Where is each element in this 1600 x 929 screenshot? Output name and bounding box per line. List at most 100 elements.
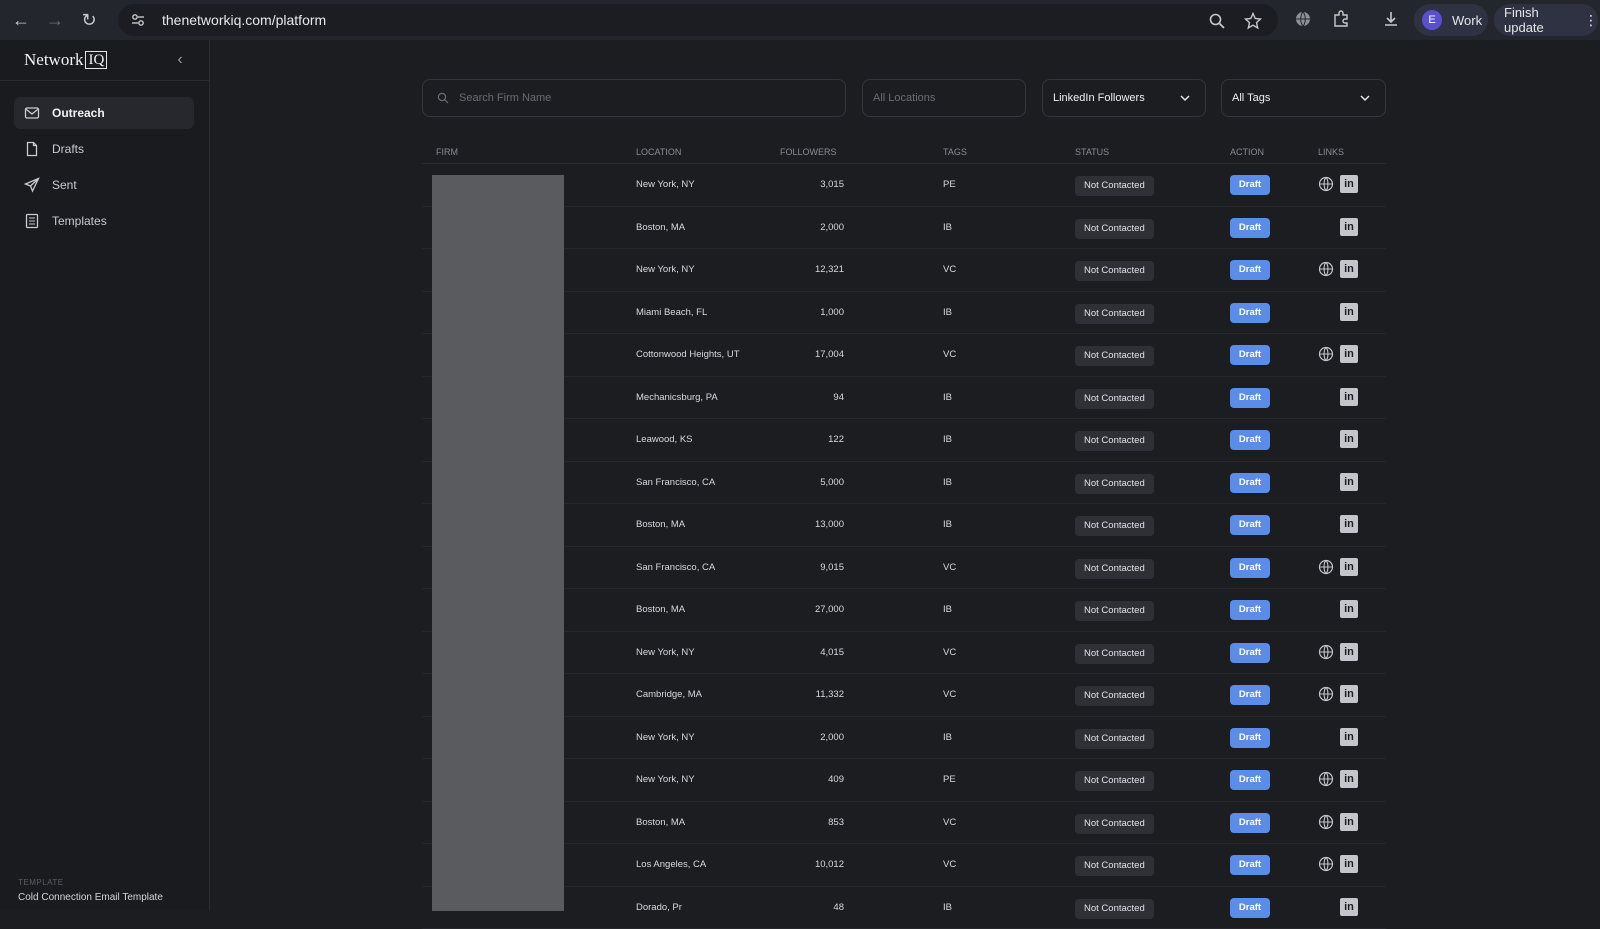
- draft-button[interactable]: Draft: [1230, 473, 1270, 493]
- table-row[interactable]: Cambridge, MA11,332VCNot ContactedDrafti…: [422, 674, 1386, 717]
- column-header-firm[interactable]: FIRM: [436, 147, 458, 157]
- back-arrow-icon[interactable]: ←: [8, 7, 34, 33]
- draft-button[interactable]: Draft: [1230, 218, 1270, 238]
- forward-arrow-icon[interactable]: →: [42, 7, 68, 33]
- status-badge[interactable]: Not Contacted: [1075, 346, 1154, 366]
- sort-select[interactable]: LinkedIn Followers: [1042, 79, 1206, 117]
- website-globe-icon[interactable]: [1318, 176, 1334, 195]
- table-row[interactable]: New York, NY3,015PENot ContactedDraftin: [422, 164, 1386, 207]
- draft-button[interactable]: Draft: [1230, 898, 1270, 918]
- location-filter[interactable]: [862, 79, 1026, 117]
- website-globe-icon[interactable]: [1318, 771, 1334, 790]
- draft-button[interactable]: Draft: [1230, 600, 1270, 620]
- linkedin-icon[interactable]: in: [1340, 855, 1358, 873]
- search-input[interactable]: [459, 92, 819, 104]
- table-row[interactable]: Mechanicsburg, PA94IBNot ContactedDrafti…: [422, 377, 1386, 420]
- table-row[interactable]: Leawood, KS122IBNot ContactedDraftin: [422, 419, 1386, 462]
- status-badge[interactable]: Not Contacted: [1075, 856, 1154, 876]
- draft-button[interactable]: Draft: [1230, 260, 1270, 280]
- location-input[interactable]: [873, 92, 1013, 104]
- status-badge[interactable]: Not Contacted: [1075, 686, 1154, 706]
- current-template-name[interactable]: Cold Connection Email Template: [18, 892, 163, 903]
- linkedin-icon[interactable]: in: [1340, 558, 1358, 576]
- draft-button[interactable]: Draft: [1230, 855, 1270, 875]
- linkedin-icon[interactable]: in: [1340, 685, 1358, 703]
- draft-button[interactable]: Draft: [1230, 345, 1270, 365]
- sidebar-item-sent[interactable]: Sent: [14, 169, 194, 201]
- draft-button[interactable]: Draft: [1230, 643, 1270, 663]
- draft-button[interactable]: Draft: [1230, 515, 1270, 535]
- table-row[interactable]: Boston, MA853VCNot ContactedDraftin: [422, 802, 1386, 845]
- website-globe-icon[interactable]: [1318, 559, 1334, 578]
- draft-button[interactable]: Draft: [1230, 430, 1270, 450]
- linkedin-icon[interactable]: in: [1340, 728, 1358, 746]
- finish-update-button[interactable]: Finish update ⋮: [1494, 4, 1598, 36]
- collapse-sidebar-chevron-icon[interactable]: ‹: [170, 50, 190, 70]
- sidebar-item-drafts[interactable]: Drafts: [14, 133, 194, 165]
- table-row[interactable]: San Francisco, CA9,015VCNot ContactedDra…: [422, 547, 1386, 590]
- table-row[interactable]: New York, NY12,321VCNot ContactedDraftin: [422, 249, 1386, 292]
- status-badge[interactable]: Not Contacted: [1075, 814, 1154, 834]
- url-text[interactable]: thenetworkiq.com/platform: [162, 12, 326, 28]
- status-badge[interactable]: Not Contacted: [1075, 389, 1154, 409]
- search-firm-field[interactable]: [422, 79, 846, 117]
- table-row[interactable]: New York, NY4,015VCNot ContactedDraftin: [422, 632, 1386, 675]
- website-globe-icon[interactable]: [1318, 261, 1334, 280]
- column-header-location[interactable]: LOCATION: [636, 147, 681, 157]
- linkedin-icon[interactable]: in: [1340, 473, 1358, 491]
- linkedin-icon[interactable]: in: [1340, 260, 1358, 278]
- table-row[interactable]: Los Angeles, CA10,012VCNot ContactedDraf…: [422, 844, 1386, 887]
- profile-button[interactable]: E Work: [1414, 4, 1488, 36]
- column-header-tags[interactable]: TAGS: [943, 147, 967, 157]
- website-globe-icon[interactable]: [1318, 346, 1334, 365]
- column-header-followers[interactable]: FOLLOWERS: [780, 147, 837, 157]
- status-badge[interactable]: Not Contacted: [1075, 261, 1154, 281]
- website-globe-icon[interactable]: [1318, 644, 1334, 663]
- status-badge[interactable]: Not Contacted: [1075, 729, 1154, 749]
- address-bar[interactable]: thenetworkiq.com/platform: [118, 4, 1278, 36]
- linkedin-icon[interactable]: in: [1340, 770, 1358, 788]
- draft-button[interactable]: Draft: [1230, 728, 1270, 748]
- linkedin-icon[interactable]: in: [1340, 388, 1358, 406]
- linkedin-icon[interactable]: in: [1340, 813, 1358, 831]
- status-badge[interactable]: Not Contacted: [1075, 899, 1154, 919]
- status-badge[interactable]: Not Contacted: [1075, 431, 1154, 451]
- draft-button[interactable]: Draft: [1230, 770, 1270, 790]
- status-badge[interactable]: Not Contacted: [1075, 644, 1154, 664]
- linkedin-icon[interactable]: in: [1340, 430, 1358, 448]
- status-badge[interactable]: Not Contacted: [1075, 304, 1154, 324]
- draft-button[interactable]: Draft: [1230, 685, 1270, 705]
- website-globe-icon[interactable]: [1318, 814, 1334, 833]
- status-badge[interactable]: Not Contacted: [1075, 601, 1154, 621]
- linkedin-icon[interactable]: in: [1340, 218, 1358, 236]
- linkedin-icon[interactable]: in: [1340, 515, 1358, 533]
- status-badge[interactable]: Not Contacted: [1075, 474, 1154, 494]
- bookmark-star-icon[interactable]: [1242, 10, 1264, 32]
- status-badge[interactable]: Not Contacted: [1075, 516, 1154, 536]
- linkedin-icon[interactable]: in: [1340, 175, 1358, 193]
- linkedin-icon[interactable]: in: [1340, 643, 1358, 661]
- reload-icon[interactable]: ↻: [76, 7, 102, 33]
- translate-icon[interactable]: [1292, 8, 1314, 30]
- linkedin-icon[interactable]: in: [1340, 600, 1358, 618]
- table-row[interactable]: New York, NY409PENot ContactedDraftin: [422, 759, 1386, 802]
- linkedin-icon[interactable]: in: [1340, 303, 1358, 321]
- download-icon[interactable]: [1380, 8, 1402, 30]
- status-badge[interactable]: Not Contacted: [1075, 771, 1154, 791]
- linkedin-icon[interactable]: in: [1340, 898, 1358, 916]
- website-globe-icon[interactable]: [1318, 856, 1334, 875]
- extensions-icon[interactable]: [1330, 8, 1352, 30]
- status-badge[interactable]: Not Contacted: [1075, 559, 1154, 579]
- status-badge[interactable]: Not Contacted: [1075, 176, 1154, 196]
- zoom-icon[interactable]: [1206, 10, 1228, 32]
- sidebar-item-outreach[interactable]: Outreach: [14, 97, 194, 129]
- draft-button[interactable]: Draft: [1230, 388, 1270, 408]
- logo[interactable]: Network IQ: [24, 50, 107, 70]
- linkedin-icon[interactable]: in: [1340, 345, 1358, 363]
- table-row[interactable]: Boston, MA2,000IBNot ContactedDraftin: [422, 207, 1386, 250]
- table-row[interactable]: San Francisco, CA5,000IBNot ContactedDra…: [422, 462, 1386, 505]
- table-row[interactable]: Cottonwood Heights, UT17,004VCNot Contac…: [422, 334, 1386, 377]
- table-row[interactable]: Boston, MA27,000IBNot ContactedDraftin: [422, 589, 1386, 632]
- status-badge[interactable]: Not Contacted: [1075, 219, 1154, 239]
- column-header-status[interactable]: STATUS: [1075, 147, 1109, 157]
